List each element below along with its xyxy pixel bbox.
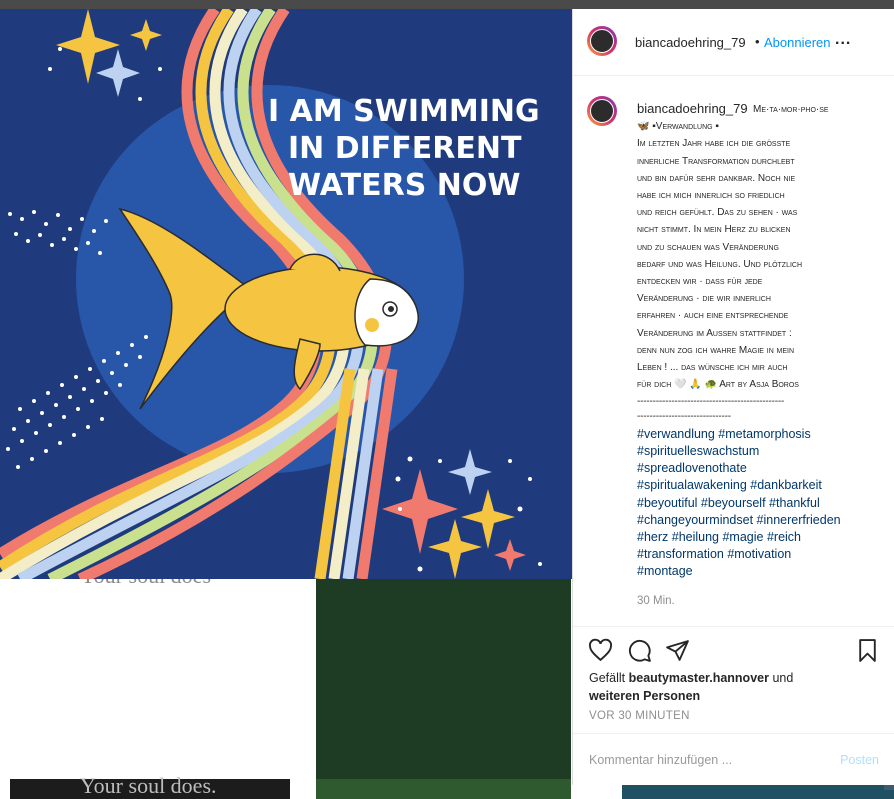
other-likers-link[interactable]: weiteren Personen (589, 689, 700, 703)
posted-time[interactable]: VOR 30 MINUTEN (589, 710, 690, 722)
comment-input[interactable]: Kommentar hinzufügen ... (589, 753, 732, 767)
caption-line: bedarf und was Heilung. Und plötzlich (637, 258, 803, 270)
image-headline: I AM SWIMMING IN DIFFERENT WATERS NOW (268, 94, 540, 203)
caption-text: Me·ta·mor·pho·se 🦋 ▪Verwandlung ▪ Im let… (637, 101, 862, 425)
hashtag-line[interactable]: #beyoutiful #beyourself #thankful (637, 495, 867, 512)
caption-line: und bin dafür sehr dankbar. Noch nie (637, 172, 796, 184)
caption-line: Veränderung · die wir innerlich (637, 293, 771, 305)
more-options-button[interactable]: ... (835, 31, 851, 49)
follow-button[interactable]: Abonnieren (764, 35, 831, 50)
caption-line: Veränderung im Außen stattfindet : (637, 327, 792, 339)
caption-line: entdecken wir · dass für jede (637, 276, 763, 288)
header-username[interactable]: biancadoehring_79 (635, 35, 746, 50)
bookmark-icon[interactable] (855, 638, 880, 663)
caption-line: habe ich mich innerlich so friedlich (637, 190, 785, 202)
headline-line-3: WATERS NOW (288, 168, 520, 203)
separator-dot: • (755, 34, 760, 49)
post-comment-button[interactable]: Posten (840, 753, 879, 767)
hashtag-line[interactable]: #spirituelleswachstum (637, 443, 867, 460)
hashtag-line[interactable]: #changeyourmindset #innererfrieden (637, 512, 867, 529)
caption-line: innerliche Transformation durchlebt (637, 155, 795, 167)
headline-line-2: IN DIFFERENT (288, 131, 522, 166)
hashtag-line[interactable]: #transformation #motivation (637, 546, 867, 563)
caption-line: Leben ! ... das wünsche ich mir auch (637, 362, 788, 374)
headline-line-1: I AM SWIMMING (268, 94, 540, 129)
hashtag-line[interactable]: #herz #heilung #magie #reich (637, 529, 867, 546)
caption-line: 🦋 ▪Verwandlung ▪ (637, 121, 719, 133)
hashtag-list: #verwandlung #metamorphosis #spirituelle… (637, 426, 867, 580)
caption-line: Me·ta·mor·pho·se (753, 104, 829, 115)
header-divider (573, 75, 894, 76)
likes-middle: und (772, 671, 794, 685)
comment-icon[interactable] (627, 638, 652, 663)
caption-time[interactable]: 30 Min. (637, 595, 675, 607)
hashtag-line[interactable]: #montage (637, 563, 867, 580)
heart-icon[interactable] (588, 638, 613, 663)
actions-divider (573, 626, 894, 627)
caption-line: erfahren · auch eine entsprechende (637, 310, 789, 322)
post-image[interactable]: I AM SWIMMING IN DIFFERENT WATERS NOW (0, 9, 572, 579)
likes-prefix: Gefällt (589, 671, 626, 685)
caption-line: für dich 🤍 🙏 🐢 Art by Asja Boros (637, 379, 799, 391)
caption-line: Im letzten Jahr habe ich die größte (637, 138, 791, 150)
hashtag-line[interactable]: #spiritualawakening #dankbarkeit (637, 477, 867, 494)
comment-divider (573, 733, 894, 734)
background-caption-2: Your soul does. (80, 773, 217, 798)
caption-line: denn nun zog ich wahre Magie in mein (637, 344, 795, 356)
hashtag-line[interactable]: #verwandlung #metamorphosis (637, 426, 867, 443)
likes-summary: Gefällt beautymaster.hannover und weiter… (589, 669, 793, 705)
caption-line: und reich gefühlt. Das zu sehen · was (637, 207, 798, 219)
post-details-panel: biancadoehring_79 • Abonnieren ... bianc… (572, 9, 894, 785)
hashtag-line[interactable]: #spreadlovenothate (637, 460, 867, 477)
liked-by-user[interactable]: beautymaster.hannover (629, 671, 769, 685)
caption-line: nicht stimmt. In mein Herz zu blicken (637, 224, 791, 236)
avatar[interactable] (587, 26, 617, 56)
caption-line: und zu schauen was Veränderung (637, 241, 779, 253)
caption-avatar[interactable] (587, 96, 617, 126)
paper-plane-icon[interactable] (665, 638, 690, 663)
